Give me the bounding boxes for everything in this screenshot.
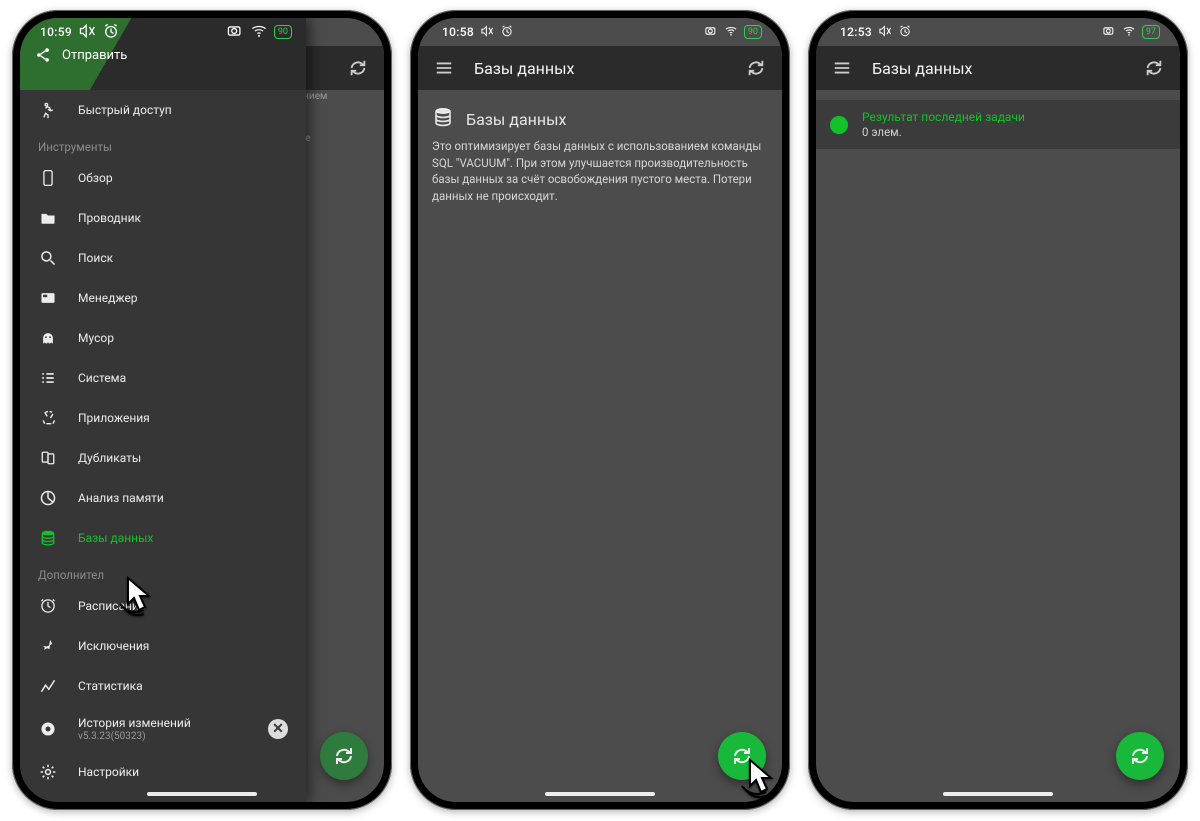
sidebar-item-search[interactable]: Поиск (20, 238, 306, 278)
result-sub: 0 элем. (862, 125, 1025, 139)
sidebar-item-changelog[interactable]: История изменений v5.3.23(50323) ✕ (20, 706, 306, 752)
info-card: Базы данных Это оптимизирует базы данных… (432, 106, 768, 205)
run-icon (38, 100, 58, 120)
fab-refresh[interactable] (1116, 732, 1164, 780)
sidebar-item-exclusions[interactable]: Исключения (20, 626, 306, 666)
clock-icon (38, 596, 58, 616)
phone-2: 10:58 90 Базы данных Базы данных Это опт… (410, 10, 790, 810)
appbar: Базы данных (418, 46, 782, 90)
share-label: Отправить (62, 48, 127, 63)
stats-icon (38, 676, 58, 696)
menu-icon[interactable] (432, 56, 456, 80)
status-time: 12:53 (840, 25, 872, 39)
sidebar-item-trash[interactable]: Мусор (20, 318, 306, 358)
share-button[interactable]: Отправить (34, 46, 127, 64)
sidebar-item-memory[interactable]: Анализ памяти (20, 478, 306, 518)
ghost-icon (38, 328, 58, 348)
sidebar-item-system[interactable]: Система (20, 358, 306, 398)
appbar: Базы данных (816, 46, 1180, 90)
screen-1: ванием ся х не 10:59 90 (20, 18, 384, 802)
refresh-icon[interactable] (744, 56, 768, 80)
gesture-bar (147, 792, 257, 796)
card-body: Это оптимизирует базы данных с использов… (432, 138, 768, 205)
phone-1: ванием ся х не 10:59 90 (12, 10, 392, 810)
gear-icon (38, 762, 58, 782)
phone-icon (38, 168, 58, 188)
sidebar-item-statistics[interactable]: Статистика (20, 666, 306, 706)
status-time: 10:58 (442, 25, 474, 39)
sidebar-section-extra: Дополнител (20, 558, 306, 586)
status-time: 10:59 (40, 25, 72, 39)
statusbar: 10:58 90 (418, 18, 782, 46)
screen-2: 10:58 90 Базы данных Базы данных Это опт… (418, 18, 782, 802)
alarm-icon (898, 24, 912, 41)
sidebar-section-tools: Инструменты (20, 130, 306, 158)
wifi-icon (1122, 24, 1136, 41)
sidebar-item-overview[interactable]: Обзор (20, 158, 306, 198)
fab-refresh[interactable] (320, 732, 368, 780)
sidebar-item-quick-access[interactable]: Быстрый доступ (20, 90, 306, 130)
pie-icon (38, 488, 58, 508)
sidebar-item-settings[interactable]: Настройки (20, 752, 306, 792)
camera-icon (1102, 24, 1116, 41)
gear-fill-icon (38, 719, 58, 739)
pin-icon (38, 636, 58, 656)
mute-icon (480, 24, 494, 41)
sidebar-item-duplicates[interactable]: Дубликаты (20, 438, 306, 478)
sidebar-item-apps[interactable]: Приложения (20, 398, 306, 438)
result-label: Результат последней задачи (862, 110, 1025, 124)
gesture-bar (943, 792, 1053, 796)
recycle-icon (38, 408, 58, 428)
changelog-label: История изменений (78, 716, 191, 730)
screen-3: 12:53 97 Базы данных Результат последней… (816, 18, 1180, 802)
sidebar-item-explorer[interactable]: Проводник (20, 198, 306, 238)
page-title: Базы данных (474, 59, 726, 78)
fab-refresh[interactable] (718, 732, 766, 780)
phone-3: 12:53 97 Базы данных Результат последней… (808, 10, 1188, 810)
battery-badge: 90 (744, 25, 762, 39)
card-heading: Базы данных (466, 110, 566, 129)
close-icon[interactable]: ✕ (268, 719, 288, 739)
camera-icon (704, 24, 718, 41)
manager-icon (38, 288, 58, 308)
page-title: Базы данных (872, 59, 1124, 78)
alarm-icon (500, 24, 514, 41)
menu-icon[interactable] (830, 56, 854, 80)
last-task-result[interactable]: Результат последней задачи 0 элем. (816, 100, 1180, 149)
wifi-icon (250, 22, 268, 43)
sidebar-item-manager[interactable]: Менеджер (20, 278, 306, 318)
drawer-header: 10:59 90 Отправить (20, 18, 306, 90)
sidebar-item-databases[interactable]: Базы данных (20, 518, 306, 558)
statusbar: 12:53 97 (816, 18, 1180, 46)
alarm-icon (102, 22, 120, 43)
battery-badge: 97 (1142, 25, 1160, 39)
duplicates-icon (38, 448, 58, 468)
changelog-version: v5.3.23(50323) (78, 731, 248, 742)
search-icon (38, 248, 58, 268)
wifi-icon (724, 24, 738, 41)
navigation-drawer: 10:59 90 Отправить Быст (20, 18, 306, 802)
battery-badge: 90 (274, 25, 292, 39)
gesture-bar (545, 792, 655, 796)
refresh-icon[interactable] (1142, 56, 1166, 80)
sidebar-item-schedule[interactable]: Расписание (20, 586, 306, 626)
refresh-icon[interactable] (346, 56, 370, 80)
list-icon (38, 368, 58, 388)
mute-icon (78, 22, 96, 43)
status-dot-icon (830, 116, 848, 134)
database-icon (38, 528, 58, 548)
database-icon (432, 106, 454, 132)
camera-icon (226, 22, 244, 43)
mute-icon (878, 24, 892, 41)
folder-icon (38, 208, 58, 228)
